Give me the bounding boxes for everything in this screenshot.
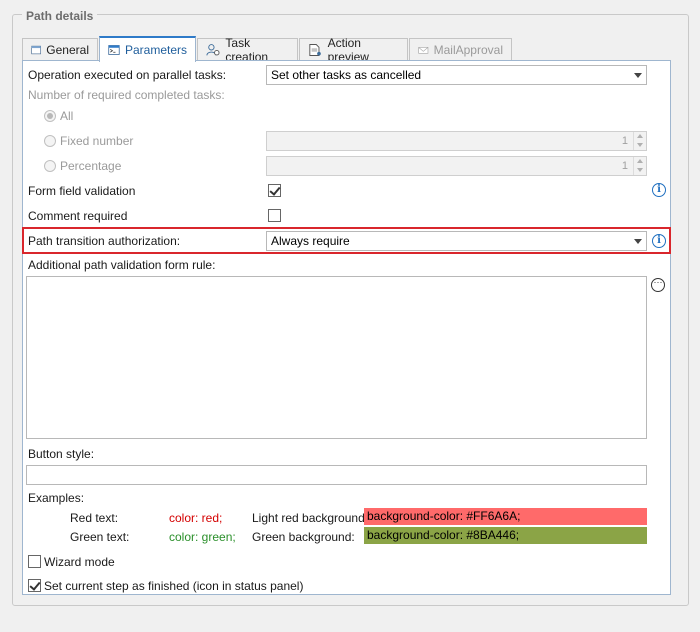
console-icon <box>108 45 120 55</box>
examples-label: Examples: <box>28 491 85 505</box>
user-gear-icon <box>206 43 220 55</box>
stepper-down-icon[interactable] <box>637 143 643 147</box>
rule-textarea[interactable] <box>26 276 647 439</box>
tab-mailapproval-label: MailApproval <box>433 42 503 57</box>
red-text-code: color: red; <box>169 511 223 525</box>
tab-action-preview[interactable]: Action preview <box>299 36 408 64</box>
stepper-up-icon[interactable] <box>637 159 643 163</box>
operation-label: Operation executed on parallel tasks: <box>28 68 227 82</box>
radio-fixed-number[interactable] <box>44 135 56 147</box>
red-text-label: Red text: <box>70 511 119 525</box>
authorization-select[interactable]: Always require <box>266 231 647 251</box>
info-icon[interactable]: i <box>652 234 666 248</box>
tab-general[interactable]: General <box>22 38 98 60</box>
operation-select[interactable]: Set other tasks as cancelled <box>266 65 647 85</box>
tab-parameters-label: Parameters <box>124 43 187 57</box>
green-text-label: Green text: <box>70 530 130 544</box>
radio-percentage[interactable] <box>44 160 56 172</box>
window-icon <box>31 45 41 54</box>
percentage-value: 1 <box>621 160 628 172</box>
form-validation-checkbox[interactable] <box>268 184 281 197</box>
finished-label: Set current step as finished (icon in st… <box>44 579 304 593</box>
mail-icon <box>418 46 429 54</box>
radio-all[interactable] <box>44 110 56 122</box>
radio-fixed-number-label: Fixed number <box>60 134 134 148</box>
stepper-up-icon[interactable] <box>637 134 643 138</box>
tab-task-creation[interactable]: Task creation <box>197 36 298 64</box>
fixed-number-value: 1 <box>621 135 628 147</box>
document-eye-icon <box>309 43 321 56</box>
chevron-down-icon <box>634 239 642 244</box>
percentage-stepper[interactable]: 1 <box>266 156 647 176</box>
light-red-label: Light red background: <box>252 511 369 525</box>
button-style-input[interactable] <box>26 465 647 485</box>
chevron-down-icon <box>634 73 642 78</box>
comment-required-checkbox[interactable] <box>268 209 281 222</box>
tab-general-label: General <box>46 42 89 57</box>
light-red-swatch: background-color: #FF6A6A; <box>364 508 647 525</box>
radio-all-label: All <box>60 109 74 123</box>
fixed-number-stepper[interactable]: 1 <box>266 131 647 151</box>
authorization-label: Path transition authorization: <box>28 234 181 248</box>
ellipsis-icon[interactable]: ··· <box>651 278 665 292</box>
green-bg-label: Green background: <box>252 530 355 544</box>
tab-parameters[interactable]: Parameters <box>99 36 196 62</box>
tab-mailapproval[interactable]: MailApproval <box>409 38 512 60</box>
button-style-label: Button style: <box>28 447 95 461</box>
operation-select-value: Set other tasks as cancelled <box>271 68 422 82</box>
finished-checkbox[interactable] <box>28 579 41 592</box>
authorization-select-value: Always require <box>271 234 350 248</box>
info-icon[interactable]: i <box>652 183 666 197</box>
green-text-code: color: green; <box>169 530 236 544</box>
group-title: Path details <box>22 9 98 23</box>
stepper-divider <box>633 157 634 175</box>
stepper-down-icon[interactable] <box>637 168 643 172</box>
wizard-mode-checkbox[interactable] <box>28 555 41 568</box>
required-tasks-label: Number of required completed tasks: <box>28 88 225 102</box>
stepper-divider <box>633 132 634 150</box>
radio-percentage-label: Percentage <box>60 159 122 173</box>
wizard-mode-label: Wizard mode <box>44 555 115 569</box>
rule-label: Additional path validation form rule: <box>28 258 216 272</box>
comment-required-label: Comment required <box>28 209 128 223</box>
form-validation-label: Form field validation <box>28 184 136 198</box>
green-bg-swatch: background-color: #8BA446; <box>364 527 647 544</box>
